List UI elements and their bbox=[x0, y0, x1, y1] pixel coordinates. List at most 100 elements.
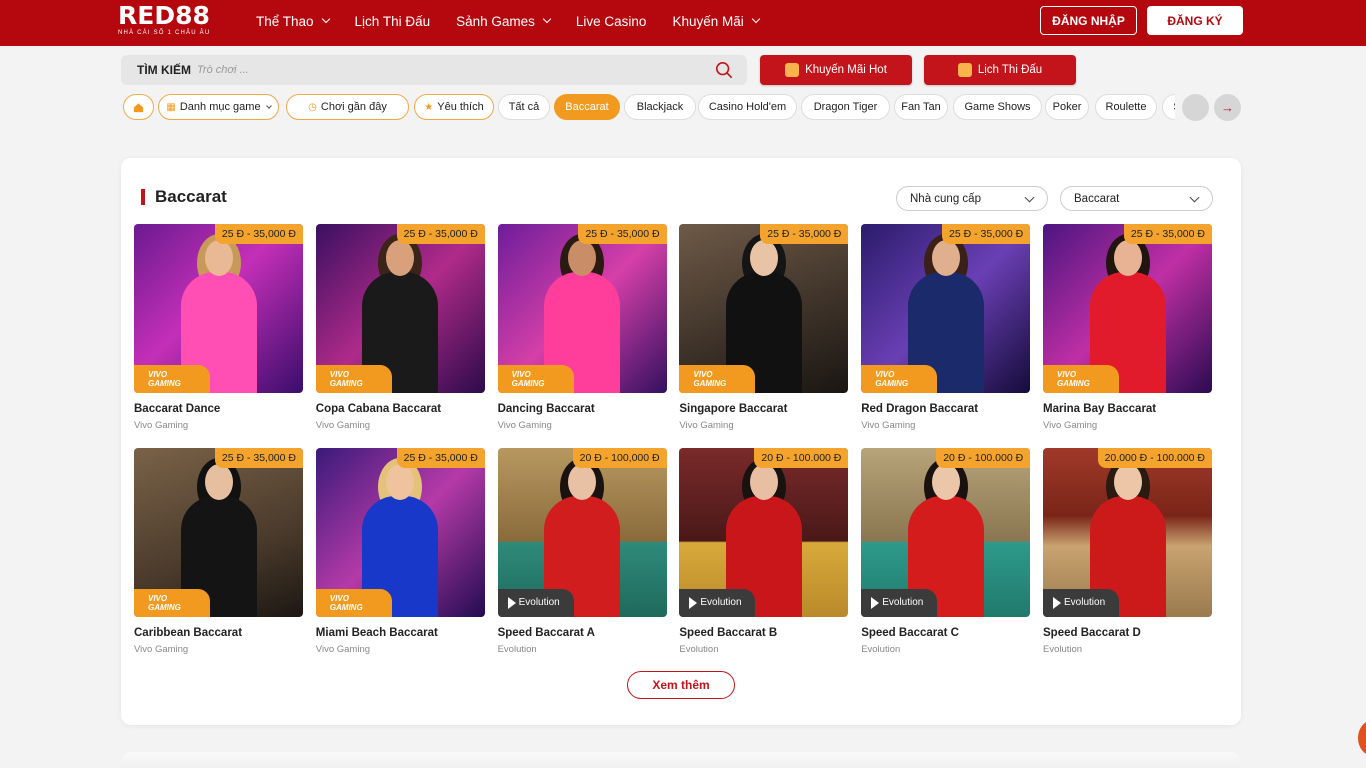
scroll-right-button[interactable]: → bbox=[1214, 94, 1241, 121]
clock-icon: ◷ bbox=[308, 101, 317, 113]
provider-logo-badge: VIVO GAMING bbox=[497, 365, 574, 393]
game-card[interactable]: 25 Đ - 35,000 Đ VIVO GAMING Copa Cabana Ba… bbox=[315, 224, 485, 431]
game-panel: Baccarat Nhà cung cấp Baccarat 25 Đ - 35… bbox=[121, 158, 1241, 725]
chevron-down-icon bbox=[542, 14, 552, 24]
game-title[interactable]: Caribbean Baccarat bbox=[134, 627, 303, 639]
bet-range-badge: 25 Đ - 35,000 Đ bbox=[396, 224, 485, 244]
game-provider: Evolution bbox=[497, 643, 537, 655]
bet-range-badge: 25 Đ - 35,000 Đ bbox=[942, 224, 1031, 244]
category-tab[interactable]: Game Shows bbox=[953, 94, 1042, 120]
chevron-down-icon bbox=[321, 14, 330, 24]
game-thumbnail[interactable]: 20 Đ - 100.000 Đ Evolution bbox=[861, 447, 1031, 617]
promo-hot-label: Khuyến Mãi Hot bbox=[805, 64, 887, 76]
game-thumbnail[interactable]: 25 Đ - 35,000 Đ VIVO GAMING bbox=[315, 447, 485, 617]
favorites-pill[interactable]: ★ Yêu thích bbox=[414, 94, 494, 120]
search-input[interactable] bbox=[197, 64, 697, 76]
search-label: TÌM KIẾM bbox=[137, 63, 191, 77]
game-thumbnail[interactable]: 25 Đ - 35,000 Đ VIVO GAMING bbox=[134, 447, 303, 617]
schedule-button[interactable]: Lịch Thi Đấu bbox=[924, 55, 1076, 85]
provider-logo-badge: Evolution bbox=[679, 588, 756, 617]
dealer-face bbox=[204, 240, 233, 276]
promo-hot-button[interactable]: Khuyến Mãi Hot bbox=[760, 55, 912, 85]
nav-item-4[interactable]: Khuyến Mãi bbox=[672, 14, 760, 29]
game-title[interactable]: Copa Cabana Baccarat bbox=[316, 403, 485, 415]
game-card[interactable]: 25 Đ - 35,000 Đ VIVO GAMING Dancing Baccar… bbox=[497, 224, 667, 431]
game-title[interactable]: Miami Beach Baccarat bbox=[316, 627, 485, 639]
game-thumbnail[interactable]: 20 Đ - 100,000 Đ Evolution bbox=[497, 447, 667, 617]
provider-logo-text: VIVO GAMING bbox=[693, 370, 727, 388]
game-thumbnail[interactable]: 25 Đ - 35,000 Đ VIVO GAMING bbox=[134, 224, 303, 393]
game-thumbnail[interactable]: 20 Đ - 100.000 Đ Evolution bbox=[679, 447, 849, 617]
game-title[interactable]: Red Dragon Baccarat bbox=[861, 403, 1030, 415]
dealer-face bbox=[568, 463, 597, 500]
game-thumbnail[interactable]: 25 Đ - 35,000 Đ VIVO GAMING bbox=[315, 224, 485, 393]
provider-logo-badge: VIVO GAMING bbox=[134, 588, 210, 617]
category-tab[interactable]: S bbox=[1162, 94, 1175, 120]
game-provider: Vivo Gaming bbox=[679, 420, 734, 431]
provider-logo-text: VIVO GAMING bbox=[511, 370, 545, 388]
login-button[interactable]: ĐĂNG NHẬP bbox=[1040, 6, 1137, 35]
game-card[interactable]: 20 Đ - 100,000 Đ Evolution Speed Baccarat … bbox=[497, 447, 667, 655]
game-title[interactable]: Dancing Baccarat bbox=[498, 403, 667, 415]
nav-item-0[interactable]: Thể Thao bbox=[256, 14, 330, 29]
provider-filter[interactable]: Nhà cung cấp bbox=[896, 186, 1048, 211]
game-card[interactable]: 25 Đ - 35,000 Đ VIVO GAMING Miami Beach Ba… bbox=[315, 447, 485, 655]
game-card[interactable]: 25 Đ - 35,000 Đ VIVO GAMING Caribbean Bacc… bbox=[134, 447, 303, 655]
game-title[interactable]: Speed Baccarat D bbox=[1043, 627, 1212, 639]
register-button[interactable]: ĐĂNG KÝ bbox=[1147, 6, 1243, 35]
nav-item-2[interactable]: Sảnh Games bbox=[456, 14, 552, 29]
game-card[interactable]: 25 Đ - 35,000 Đ VIVO GAMING Baccarat Dance… bbox=[134, 224, 303, 431]
category-tab[interactable]: Dragon Tiger bbox=[801, 94, 890, 120]
game-card[interactable]: 20.000 Đ - 100.000 Đ Evolution Speed Bacca… bbox=[1043, 447, 1212, 655]
nav-item-3[interactable]: Live Casino bbox=[576, 14, 647, 29]
nav-item-1[interactable]: Lịch Thi Đấu bbox=[355, 14, 431, 29]
game-thumbnail[interactable]: 25 Đ - 35,000 Đ VIVO GAMING bbox=[1043, 224, 1212, 393]
game-thumbnail[interactable]: 25 Đ - 35,000 Đ VIVO GAMING bbox=[497, 224, 667, 393]
chat-icon[interactable] bbox=[1358, 720, 1366, 756]
bet-range-badge: 25 Đ - 35,000 Đ bbox=[396, 447, 485, 468]
category-tab[interactable]: Poker bbox=[1045, 94, 1089, 120]
category-tab[interactable]: Fan Tan bbox=[894, 94, 948, 120]
category-tab[interactable]: Roulette bbox=[1095, 94, 1157, 120]
bet-range-badge: 20 Đ - 100.000 Đ bbox=[936, 447, 1031, 468]
game-title[interactable]: Singapore Baccarat bbox=[679, 403, 848, 415]
game-title[interactable]: Baccarat Dance bbox=[134, 403, 303, 415]
section-title: Baccarat bbox=[141, 188, 227, 205]
evolution-logo-icon bbox=[871, 596, 880, 609]
category-tab[interactable]: Baccarat bbox=[554, 94, 620, 120]
chevron-down-icon bbox=[265, 102, 272, 109]
home-button[interactable] bbox=[123, 94, 154, 120]
top-header: RED88 NHÀ CÁI SỐ 1 CHÂU ÂU Thể Thao Lịch … bbox=[0, 0, 1366, 46]
dealer-face bbox=[568, 240, 597, 276]
game-title[interactable]: Speed Baccarat B bbox=[679, 627, 848, 639]
brand-logo[interactable]: RED88 NHÀ CÁI SỐ 1 CHÂU ÂU bbox=[118, 2, 210, 37]
bet-range-badge: 20 Đ - 100,000 Đ bbox=[572, 447, 667, 468]
type-filter[interactable]: Baccarat bbox=[1060, 186, 1213, 211]
game-card[interactable]: 20 Đ - 100.000 Đ Evolution Speed Baccarat … bbox=[679, 447, 849, 655]
category-menu-dropdown[interactable]: ▦ Danh mục game bbox=[158, 94, 279, 120]
game-card[interactable]: 25 Đ - 35,000 Đ VIVO GAMING Singapore Bacc… bbox=[679, 224, 849, 431]
scroll-left-button[interactable] bbox=[1182, 94, 1209, 121]
provider-logo-text: Evolution bbox=[882, 597, 924, 609]
game-title[interactable]: Speed Baccarat C bbox=[861, 627, 1030, 639]
recent-games-pill[interactable]: ◷ Chơi gần đây bbox=[286, 94, 409, 120]
game-card[interactable]: 20 Đ - 100.000 Đ Evolution Speed Baccarat … bbox=[861, 447, 1031, 655]
category-tab[interactable]: Blackjack bbox=[624, 94, 696, 120]
game-thumbnail[interactable]: 25 Đ - 35,000 Đ VIVO GAMING bbox=[679, 224, 849, 393]
game-provider: Evolution bbox=[1043, 643, 1083, 655]
game-thumbnail[interactable]: 20.000 Đ - 100.000 Đ Evolution bbox=[1043, 447, 1212, 617]
game-title[interactable]: Marina Bay Baccarat bbox=[1043, 403, 1212, 415]
game-provider: Vivo Gaming bbox=[497, 420, 552, 431]
category-tab[interactable]: Casino Hold'em bbox=[698, 94, 797, 120]
dealer-face bbox=[931, 463, 960, 500]
load-more-button[interactable]: Xem thêm bbox=[627, 671, 735, 699]
game-card[interactable]: 25 Đ - 35,000 Đ VIVO GAMING Red Dragon Bac… bbox=[861, 224, 1031, 431]
search-icon[interactable] bbox=[715, 61, 733, 79]
category-tab[interactable]: Tất cả bbox=[498, 94, 550, 120]
game-card[interactable]: 25 Đ - 35,000 Đ VIVO GAMING Marina Bay Bac… bbox=[1043, 224, 1212, 431]
evolution-logo-icon bbox=[1053, 596, 1061, 609]
game-thumbnail[interactable]: 25 Đ - 35,000 Đ VIVO GAMING bbox=[861, 224, 1031, 393]
game-title[interactable]: Speed Baccarat A bbox=[498, 627, 667, 639]
dealer-face bbox=[1113, 240, 1142, 276]
evolution-logo-icon bbox=[507, 596, 516, 609]
